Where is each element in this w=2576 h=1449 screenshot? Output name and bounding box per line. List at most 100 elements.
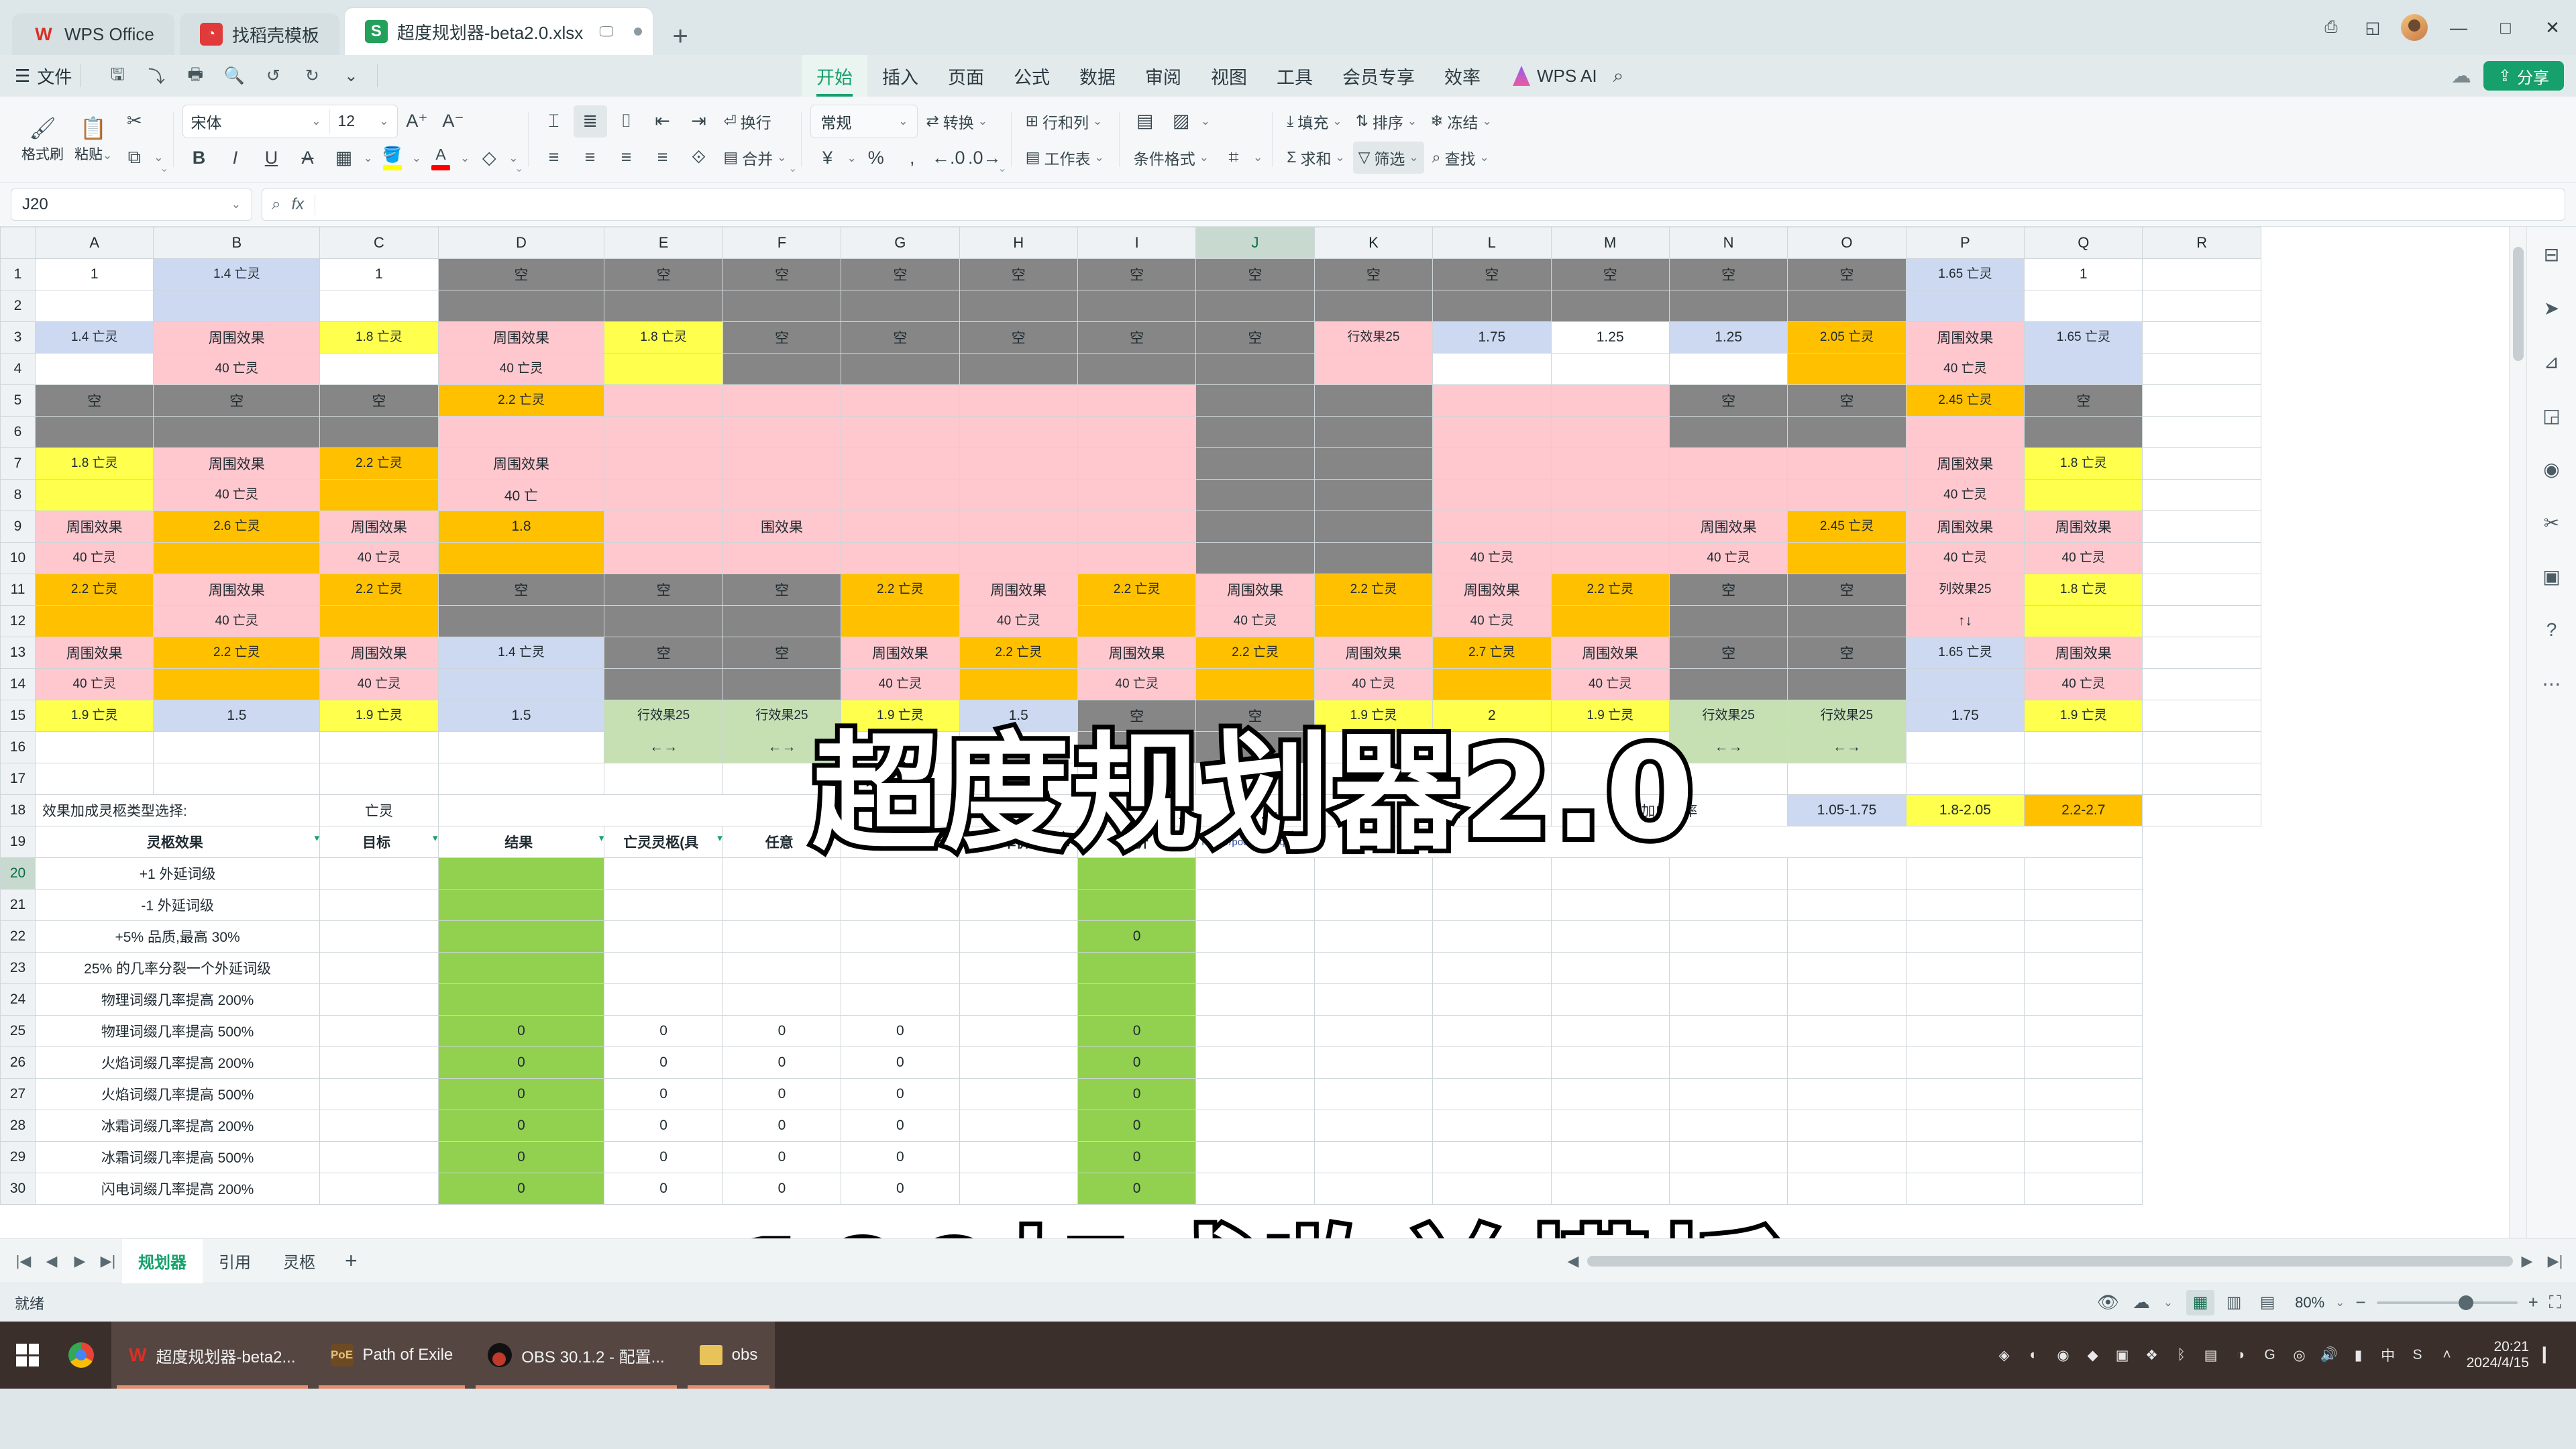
grid-cell[interactable]	[1195, 1141, 1315, 1173]
grid-cell[interactable]	[1668, 1141, 1788, 1173]
zoom-slider-track[interactable]	[2376, 1295, 2518, 1310]
grid-cell[interactable]	[1432, 1141, 1552, 1173]
save-icon[interactable]: 🖫	[99, 59, 136, 93]
target-cell[interactable]	[319, 1078, 439, 1110]
next-sheet-button[interactable]: ▶	[66, 1239, 94, 1283]
grid-cell[interactable]	[1195, 511, 1315, 543]
grid-cell[interactable]	[722, 668, 842, 700]
grid-cell[interactable]	[319, 353, 439, 385]
align-left-button[interactable]: ≡	[537, 142, 571, 174]
grid-cell[interactable]: 1	[2024, 258, 2143, 290]
grid-cell[interactable]: 列效果25	[1905, 574, 2025, 606]
grid-cell[interactable]: 空	[1195, 321, 1315, 354]
grid-cell[interactable]	[1313, 511, 1434, 543]
grid-cell[interactable]	[722, 384, 842, 417]
grid-cell[interactable]	[1787, 1078, 1907, 1110]
fullscreen-icon[interactable]: ⛶	[2549, 1292, 2561, 1313]
taskbar-chrome[interactable]	[51, 1322, 111, 1389]
grid-cell[interactable]: 2.45 亡灵	[1905, 384, 2025, 417]
grid-cell[interactable]	[1077, 542, 1197, 574]
column-header-D[interactable]: D	[437, 227, 605, 259]
grid-cell[interactable]	[959, 290, 1078, 322]
result-cell[interactable]	[437, 889, 605, 921]
total-price-cell[interactable]: 0	[1077, 1173, 1197, 1205]
grid-cell[interactable]	[2142, 416, 2261, 448]
horizontal-scrollbar[interactable]: ◀ ▶ ▶|	[1559, 1239, 2576, 1283]
wps-ai-button[interactable]: WPS AI	[1513, 66, 1597, 87]
grid-cell[interactable]	[2024, 983, 2143, 1016]
name-box[interactable]: J20 ⌄	[11, 188, 252, 221]
grid-cell[interactable]	[153, 731, 321, 763]
row-header-10[interactable]: 10	[0, 542, 36, 574]
coffin-total-cell[interactable]	[841, 889, 960, 921]
grid-cell[interactable]: 1.9 亡灵	[2024, 700, 2143, 732]
grid-cell[interactable]: 空	[1787, 384, 1907, 417]
grid-cell[interactable]	[319, 290, 439, 322]
grid-cell[interactable]	[319, 731, 439, 763]
grid-cell[interactable]: 空	[604, 574, 723, 606]
grid-cell[interactable]	[604, 384, 723, 417]
grid-cell[interactable]	[1905, 1141, 2025, 1173]
grid-cell[interactable]	[1195, 952, 1315, 984]
result-cell[interactable]: 0	[437, 1078, 605, 1110]
increase-indent-button[interactable]: ⇥	[682, 105, 716, 138]
grid-cell[interactable]	[1313, 416, 1434, 448]
tray-icon-5[interactable]: ▣	[2112, 1345, 2133, 1365]
grid-cell[interactable]	[2024, 1046, 2143, 1079]
grid-cell[interactable]	[1668, 857, 1788, 890]
grid-cell[interactable]	[1787, 542, 1907, 574]
ribbon-tab-member[interactable]: 会员专享	[1328, 55, 1430, 97]
grid-cell[interactable]	[1432, 1078, 1552, 1110]
grid-cell[interactable]	[1668, 1173, 1788, 1205]
bold-button[interactable]: B	[182, 142, 216, 174]
grid-cell[interactable]: 1.65 亡灵	[2024, 321, 2143, 354]
hscroll-right-icon[interactable]: ▶	[2513, 1239, 2541, 1283]
grid-cell[interactable]	[722, 447, 842, 480]
text-orientation-button[interactable]: ⟐	[682, 142, 716, 174]
grid-cell[interactable]: 空	[1668, 637, 1788, 669]
row-header-14[interactable]: 14	[0, 668, 36, 700]
total-price-cell[interactable]: 0	[1077, 1141, 1197, 1173]
row-header-3[interactable]: 3	[0, 321, 36, 354]
grid-cell[interactable]	[1195, 384, 1315, 417]
grid-cell[interactable]	[1313, 983, 1434, 1016]
grid-cell[interactable]	[1550, 952, 1670, 984]
tray-icon-ime[interactable]: 中	[2378, 1345, 2398, 1365]
grid-cell[interactable]	[1313, 353, 1434, 385]
grid-cell[interactable]	[1668, 763, 1788, 795]
grid-cell[interactable]	[1550, 447, 1670, 480]
grid-cell[interactable]	[1668, 447, 1788, 480]
effect-cell[interactable]: 火焰词缀几率提高 200%	[34, 1046, 321, 1079]
grid-cell[interactable]	[1195, 447, 1315, 480]
grid-cell[interactable]	[1195, 290, 1315, 322]
result-cell[interactable]: 0	[437, 1110, 605, 1142]
align-center-button[interactable]: ≡	[574, 142, 607, 174]
grid-cell[interactable]	[1668, 889, 1788, 921]
grid-cell[interactable]: ←→	[722, 731, 842, 763]
font-color-button[interactable]: A	[424, 142, 458, 174]
borders-caret-icon[interactable]: ⌄	[364, 152, 373, 165]
column-header-G[interactable]: G	[841, 227, 960, 259]
grid-cell[interactable]	[1905, 857, 2025, 890]
grid-area[interactable]: A B C D E F G H I J K L M N O P Q R 1 1 1.4 亡灵 1 空空空空空空空空空空空空 1…	[0, 227, 2509, 1238]
grid-cell[interactable]	[2024, 1110, 2143, 1142]
grid-cell[interactable]	[1787, 983, 1907, 1016]
grid-cell[interactable]: 40 亡灵	[319, 668, 439, 700]
grid-cell[interactable]: 空	[153, 384, 321, 417]
chart-icon[interactable]: ⊿	[2534, 343, 2570, 380]
grid-cell[interactable]	[1668, 1046, 1788, 1079]
coffin-type-label[interactable]: 效果加成灵柩类型选择:	[34, 794, 321, 826]
grid-cell[interactable]: 2.2 亡灵	[1077, 574, 1197, 606]
grid-cell[interactable]: 2.6 亡灵	[153, 511, 321, 543]
grid-cell[interactable]	[1313, 479, 1434, 511]
grid-cell[interactable]	[1432, 920, 1552, 953]
grid-cell[interactable]	[1905, 416, 2025, 448]
taskbar-clock[interactable]: 20:21 2024/4/15	[2467, 1339, 2529, 1371]
help-icon[interactable]: ?	[2534, 612, 2570, 648]
grid-cell[interactable]	[722, 290, 842, 322]
any-coffin-cell[interactable]	[722, 889, 842, 921]
grid-cell[interactable]	[1313, 290, 1434, 322]
ribbon-tab-efficiency[interactable]: 效率	[1430, 55, 1495, 97]
grid-cell[interactable]: 2.2 亡灵	[959, 637, 1078, 669]
grid-cell[interactable]: 40 亡灵	[1077, 668, 1197, 700]
